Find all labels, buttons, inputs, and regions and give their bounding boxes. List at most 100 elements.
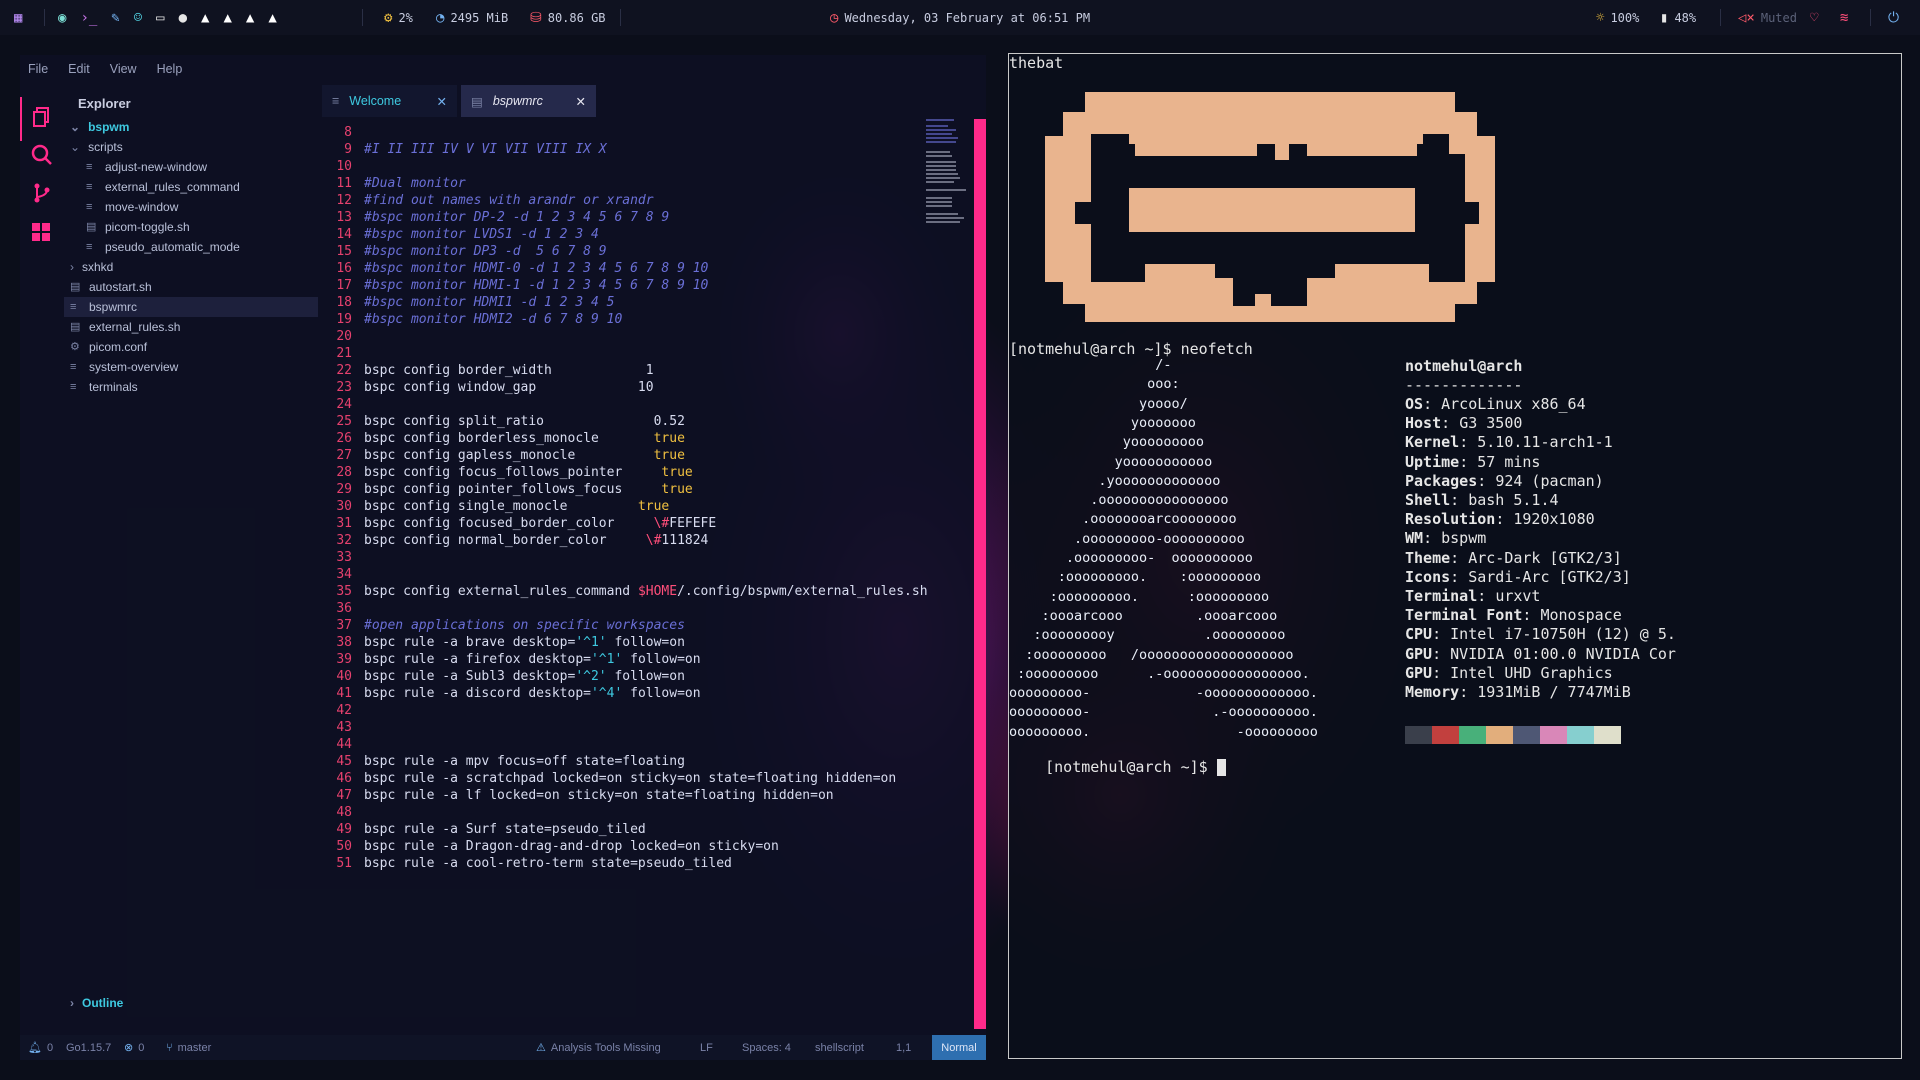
logo-line: :ooooooooo. :ooooooooo	[1009, 569, 1261, 586]
workspace-2-icon[interactable]: ▲	[223, 11, 231, 25]
line-number: 27	[336, 448, 352, 463]
prompt[interactable]: [notmehul@arch ~]$	[1009, 740, 1226, 794]
language-status[interactable]: shellscript	[815, 1035, 864, 1060]
chat-icon[interactable]: ●	[179, 11, 187, 25]
volume-widget[interactable]: ◁× Muted	[1738, 0, 1797, 35]
info-key: OS	[1405, 395, 1424, 413]
notifications-status[interactable]: 🔔︎ 0	[28, 1035, 53, 1060]
terminal-window[interactable]: thebat [notmehul@arch ~]$ neofetch /- oo…	[1008, 53, 1902, 1059]
tree-item-label: system-overview	[89, 360, 179, 374]
logo-line: .ooooooooo-oooooooooo	[1009, 530, 1245, 547]
power-icon[interactable]: ⏻	[1888, 0, 1899, 35]
minimap[interactable]	[926, 117, 976, 237]
tree-item-file[interactable]: ≡ external_rules_command	[86, 177, 240, 197]
info-value: urxvt	[1495, 587, 1541, 605]
menu-edit[interactable]: Edit	[68, 62, 90, 76]
user-host: notmehul@arch	[1405, 357, 1523, 375]
tab-label: bspwmrc	[492, 94, 543, 108]
menu-view[interactable]: View	[110, 62, 137, 76]
close-icon[interactable]: ✕	[576, 94, 586, 109]
line-number: 47	[336, 788, 352, 803]
workspace-1-icon[interactable]: ▲	[201, 11, 209, 25]
tree-item-sxhkd[interactable]: › sxhkd	[70, 257, 113, 277]
workspace-3-icon[interactable]: ▲	[246, 11, 254, 25]
eol-status[interactable]: LF	[700, 1035, 713, 1060]
brightness-widget[interactable]: ☼ 100%	[1596, 0, 1639, 35]
tab-bspwmrc[interactable]: ▤ bspwmrc ✕	[461, 85, 596, 117]
code-line: bspc config normal_border_color \#111824	[364, 533, 709, 548]
terminal-icon[interactable]: ›_	[80, 11, 97, 25]
logo-line: ooooooooo- -ooooooooooooo.	[1009, 685, 1318, 702]
info-value: ArcoLinux x86_64	[1441, 395, 1586, 413]
indent-status[interactable]: Spaces: 4	[742, 1035, 791, 1060]
disk-icon: ⛁	[530, 9, 542, 26]
go-version-status[interactable]: Go1.15.7	[66, 1035, 111, 1060]
status-text: Spaces: 4	[742, 1041, 791, 1054]
info-key: Memory	[1405, 683, 1460, 701]
wifi-icon[interactable]: ≋	[1840, 0, 1848, 35]
tree-item-file[interactable]: ≡ move-window	[86, 197, 178, 217]
line-number: 10	[336, 159, 352, 174]
github-icon[interactable]: ☺	[134, 11, 142, 25]
browser-icon[interactable]: ◉	[58, 11, 66, 25]
chevron-down-icon: ⌄	[70, 140, 81, 154]
vim-mode-status[interactable]: Normal	[932, 1035, 986, 1060]
code-area[interactable]: 8 9 #I II III IV V VI VII VIII IX X 10 11 #Du…	[322, 117, 962, 1035]
code-line: #bspc monitor HDMI2 -d 6 7 8 9 10	[364, 312, 623, 327]
apps-grid-icon[interactable]: ▦	[14, 0, 22, 35]
outline-section[interactable]: › Outline	[70, 993, 123, 1013]
memory-value: 2495 MiB	[450, 10, 509, 25]
line-number: 50	[336, 839, 352, 854]
branch-status[interactable]: ⑂ master	[166, 1035, 211, 1060]
code-line: #I II III IV V VI VII VIII IX X	[364, 142, 607, 157]
tree-item-file[interactable]: ≡ terminals	[70, 377, 138, 397]
tree-item-label: scripts	[88, 140, 123, 154]
close-icon[interactable]: ✕	[437, 94, 447, 109]
code-line: #bspc monitor LVDS1 -d 1 2 3 4	[364, 227, 599, 242]
root-folder[interactable]: ⌄ bspwm	[70, 117, 129, 137]
clock-widget[interactable]: ◷ Wednesday, 03 February at 06:51 PM	[830, 0, 1090, 35]
logo-line: yooooooooooo	[1009, 453, 1213, 470]
source-control-icon[interactable]	[30, 181, 54, 205]
folder-icon[interactable]: ▭	[156, 11, 164, 25]
info-key: Kernel	[1405, 433, 1460, 452]
tree-item-file[interactable]: ≡ adjust-new-window	[86, 157, 207, 177]
code-line: bspc config pointer_follows_focus true	[364, 482, 693, 497]
file-icon: ▤	[471, 94, 483, 109]
status-text: Normal	[941, 1041, 977, 1054]
palette-swatch	[1513, 726, 1540, 744]
extensions-icon[interactable]	[30, 219, 54, 243]
vertical-scrollbar[interactable]	[974, 119, 986, 1029]
tree-item-scripts[interactable]: ⌄ scripts	[70, 137, 123, 157]
palette-swatch	[1486, 726, 1513, 744]
search-icon[interactable]	[30, 143, 54, 167]
file-lines-icon: ≡	[70, 380, 77, 393]
line-number: 13	[336, 210, 352, 225]
info-key: GPU	[1405, 663, 1433, 682]
menu-file[interactable]: File	[28, 62, 48, 76]
line-number: 28	[336, 465, 352, 480]
analysis-status[interactable]: ⚠ Analysis Tools Missing	[536, 1035, 661, 1060]
editor-icon[interactable]: ✎	[111, 11, 119, 25]
line-number: 18	[336, 295, 352, 310]
tree-item-file[interactable]: ≡ pseudo_automatic_mode	[86, 237, 240, 257]
menu-help[interactable]: Help	[157, 62, 183, 76]
info-row: Packages: 924 (pacman)	[1405, 471, 1604, 490]
info-key: Shell	[1405, 491, 1451, 509]
files-icon[interactable]	[30, 105, 54, 129]
tree-item-file[interactable]: ▤ external_rules.sh	[70, 317, 180, 337]
heart-icon[interactable]: ♡	[1810, 0, 1818, 35]
tree-item-file[interactable]: ⚙ picom.conf	[70, 337, 147, 357]
tab-welcome[interactable]: ≡ Welcome ✕	[322, 85, 457, 117]
bell-icon: 🔔︎	[28, 1042, 42, 1054]
tree-item-file[interactable]: ≡ system-overview	[70, 357, 178, 377]
line-number: 22	[336, 363, 352, 378]
root-folder-label: bspwm	[88, 120, 130, 134]
tree-item-file[interactable]: ▤ autostart.sh	[70, 277, 152, 297]
errors-status[interactable]: ⊗ 0	[124, 1035, 144, 1060]
cursor-position-status[interactable]: 1,1	[896, 1035, 911, 1060]
workspace-4-icon[interactable]: ▲	[268, 11, 276, 25]
tree-item-file[interactable]: ▤ picom-toggle.sh	[86, 217, 190, 237]
line-number: 19	[336, 312, 352, 327]
tree-item-selected[interactable]: ≡ bspwmrc	[64, 297, 318, 317]
